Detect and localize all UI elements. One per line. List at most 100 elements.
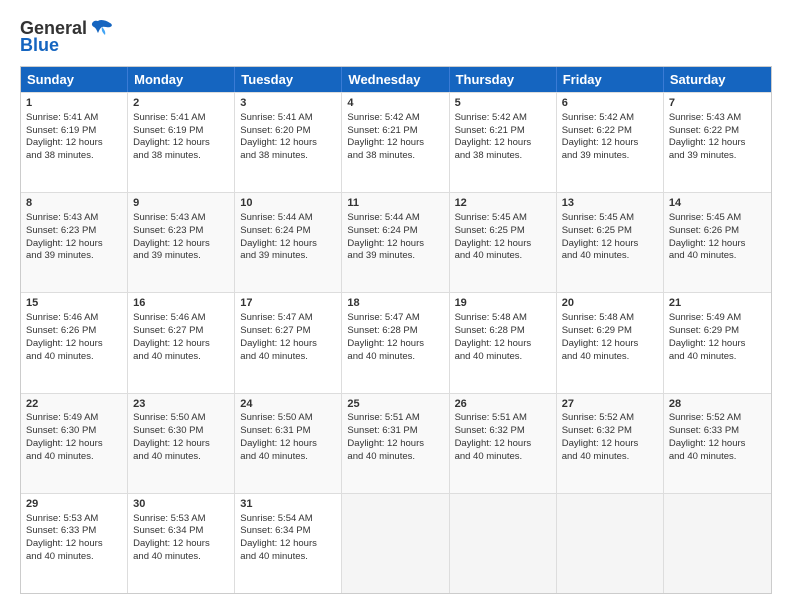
- day-info-line: Daylight: 12 hours: [133, 238, 229, 251]
- cal-cell-4-5: [557, 494, 664, 593]
- day-info-line: Sunset: 6:21 PM: [347, 125, 443, 138]
- day-number: 25: [347, 397, 443, 412]
- day-info-line: Daylight: 12 hours: [240, 538, 336, 551]
- day-info-line: Sunrise: 5:54 AM: [240, 513, 336, 526]
- cal-cell-2-1: 16Sunrise: 5:46 AMSunset: 6:27 PMDayligh…: [128, 293, 235, 392]
- week-row-3: 15Sunrise: 5:46 AMSunset: 6:26 PMDayligh…: [21, 292, 771, 392]
- day-info-line: Sunset: 6:30 PM: [133, 425, 229, 438]
- cal-cell-3-3: 25Sunrise: 5:51 AMSunset: 6:31 PMDayligh…: [342, 394, 449, 493]
- cal-cell-2-3: 18Sunrise: 5:47 AMSunset: 6:28 PMDayligh…: [342, 293, 449, 392]
- day-info-line: Daylight: 12 hours: [669, 338, 766, 351]
- day-info-line: Sunrise: 5:48 AM: [455, 312, 551, 325]
- header-friday: Friday: [557, 67, 664, 92]
- day-info-line: Sunrise: 5:52 AM: [669, 412, 766, 425]
- day-number: 8: [26, 196, 122, 211]
- day-info-line: and 40 minutes.: [347, 351, 443, 364]
- day-info-line: Daylight: 12 hours: [26, 538, 122, 551]
- day-info-line: and 38 minutes.: [347, 150, 443, 163]
- day-info-line: and 39 minutes.: [133, 250, 229, 263]
- day-info-line: Sunrise: 5:50 AM: [133, 412, 229, 425]
- cal-cell-1-5: 13Sunrise: 5:45 AMSunset: 6:25 PMDayligh…: [557, 193, 664, 292]
- day-info-line: and 38 minutes.: [26, 150, 122, 163]
- day-info-line: Sunset: 6:26 PM: [669, 225, 766, 238]
- day-number: 17: [240, 296, 336, 311]
- day-info-line: Sunrise: 5:46 AM: [133, 312, 229, 325]
- day-number: 24: [240, 397, 336, 412]
- calendar: Sunday Monday Tuesday Wednesday Thursday…: [20, 66, 772, 594]
- day-info-line: Daylight: 12 hours: [562, 338, 658, 351]
- day-info-line: Sunrise: 5:46 AM: [26, 312, 122, 325]
- header-monday: Monday: [128, 67, 235, 92]
- cal-cell-4-4: [450, 494, 557, 593]
- day-info-line: Sunrise: 5:43 AM: [26, 212, 122, 225]
- cal-cell-1-1: 9Sunrise: 5:43 AMSunset: 6:23 PMDaylight…: [128, 193, 235, 292]
- day-info-line: Sunrise: 5:42 AM: [347, 112, 443, 125]
- cal-cell-0-3: 4Sunrise: 5:42 AMSunset: 6:21 PMDaylight…: [342, 93, 449, 192]
- day-info-line: Sunset: 6:24 PM: [240, 225, 336, 238]
- day-number: 21: [669, 296, 766, 311]
- day-number: 2: [133, 96, 229, 111]
- day-info-line: Daylight: 12 hours: [133, 137, 229, 150]
- day-info-line: Sunrise: 5:49 AM: [669, 312, 766, 325]
- day-info-line: Sunrise: 5:45 AM: [669, 212, 766, 225]
- day-info-line: Sunrise: 5:47 AM: [347, 312, 443, 325]
- day-info-line: Sunrise: 5:51 AM: [455, 412, 551, 425]
- day-info-line: Daylight: 12 hours: [240, 438, 336, 451]
- day-info-line: and 40 minutes.: [455, 250, 551, 263]
- header-thursday: Thursday: [450, 67, 557, 92]
- day-info-line: Sunrise: 5:53 AM: [133, 513, 229, 526]
- day-info-line: Daylight: 12 hours: [240, 137, 336, 150]
- day-info-line: Sunset: 6:33 PM: [26, 525, 122, 538]
- day-number: 26: [455, 397, 551, 412]
- day-info-line: Sunrise: 5:45 AM: [455, 212, 551, 225]
- day-number: 3: [240, 96, 336, 111]
- day-info-line: Daylight: 12 hours: [562, 238, 658, 251]
- header-saturday: Saturday: [664, 67, 771, 92]
- logo: General Blue: [20, 18, 114, 56]
- day-info-line: and 40 minutes.: [455, 351, 551, 364]
- day-info-line: and 40 minutes.: [669, 351, 766, 364]
- day-info-line: and 40 minutes.: [133, 451, 229, 464]
- cal-cell-1-0: 8Sunrise: 5:43 AMSunset: 6:23 PMDaylight…: [21, 193, 128, 292]
- cal-cell-1-6: 14Sunrise: 5:45 AMSunset: 6:26 PMDayligh…: [664, 193, 771, 292]
- day-info-line: Sunset: 6:27 PM: [133, 325, 229, 338]
- day-info-line: Sunrise: 5:42 AM: [562, 112, 658, 125]
- day-number: 13: [562, 196, 658, 211]
- cal-cell-3-1: 23Sunrise: 5:50 AMSunset: 6:30 PMDayligh…: [128, 394, 235, 493]
- header: General Blue: [20, 18, 772, 56]
- day-info-line: Sunset: 6:26 PM: [26, 325, 122, 338]
- day-info-line: Daylight: 12 hours: [26, 238, 122, 251]
- day-info-line: Sunrise: 5:52 AM: [562, 412, 658, 425]
- day-info-line: Sunrise: 5:43 AM: [133, 212, 229, 225]
- day-number: 10: [240, 196, 336, 211]
- day-info-line: Sunrise: 5:49 AM: [26, 412, 122, 425]
- calendar-header: Sunday Monday Tuesday Wednesday Thursday…: [21, 67, 771, 92]
- day-number: 23: [133, 397, 229, 412]
- cal-cell-4-0: 29Sunrise: 5:53 AMSunset: 6:33 PMDayligh…: [21, 494, 128, 593]
- day-info-line: Sunset: 6:31 PM: [240, 425, 336, 438]
- day-number: 29: [26, 497, 122, 512]
- day-info-line: Sunrise: 5:42 AM: [455, 112, 551, 125]
- day-info-line: and 40 minutes.: [133, 351, 229, 364]
- day-info-line: Sunset: 6:25 PM: [455, 225, 551, 238]
- logo-bird-icon: [90, 19, 114, 37]
- day-info-line: Sunrise: 5:50 AM: [240, 412, 336, 425]
- day-info-line: Sunrise: 5:41 AM: [26, 112, 122, 125]
- cal-cell-0-5: 6Sunrise: 5:42 AMSunset: 6:22 PMDaylight…: [557, 93, 664, 192]
- day-info-line: and 40 minutes.: [26, 451, 122, 464]
- day-info-line: and 40 minutes.: [669, 451, 766, 464]
- cal-cell-1-3: 11Sunrise: 5:44 AMSunset: 6:24 PMDayligh…: [342, 193, 449, 292]
- day-info-line: Sunset: 6:20 PM: [240, 125, 336, 138]
- day-info-line: Sunset: 6:19 PM: [133, 125, 229, 138]
- day-info-line: Sunset: 6:32 PM: [562, 425, 658, 438]
- day-info-line: Sunrise: 5:48 AM: [562, 312, 658, 325]
- cal-cell-0-0: 1Sunrise: 5:41 AMSunset: 6:19 PMDaylight…: [21, 93, 128, 192]
- cal-cell-3-4: 26Sunrise: 5:51 AMSunset: 6:32 PMDayligh…: [450, 394, 557, 493]
- cal-cell-0-1: 2Sunrise: 5:41 AMSunset: 6:19 PMDaylight…: [128, 93, 235, 192]
- day-info-line: Sunrise: 5:41 AM: [240, 112, 336, 125]
- day-info-line: Sunset: 6:19 PM: [26, 125, 122, 138]
- cal-cell-4-1: 30Sunrise: 5:53 AMSunset: 6:34 PMDayligh…: [128, 494, 235, 593]
- day-number: 18: [347, 296, 443, 311]
- day-info-line: Daylight: 12 hours: [240, 238, 336, 251]
- day-number: 12: [455, 196, 551, 211]
